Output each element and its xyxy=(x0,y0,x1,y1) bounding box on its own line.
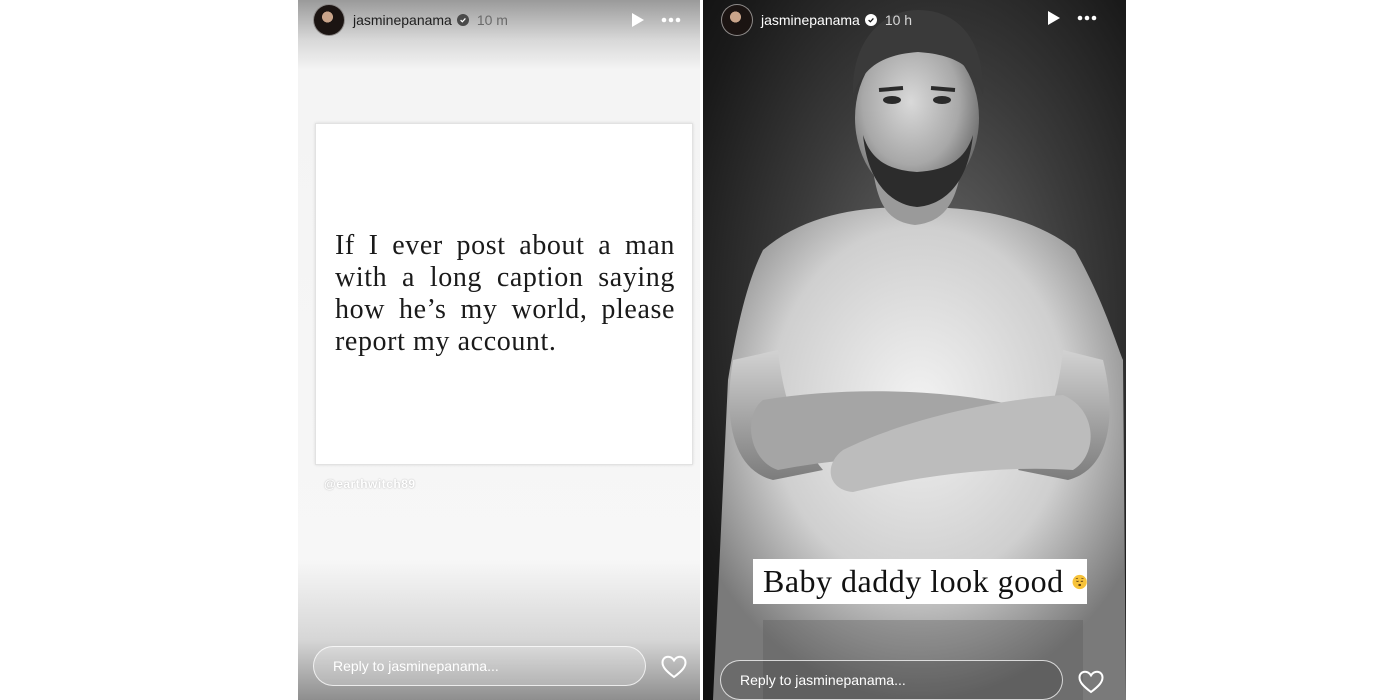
quote-text: If I ever post about a man with a long c… xyxy=(335,230,675,357)
play-icon[interactable] xyxy=(1047,10,1061,26)
caption-sticker: Baby daddy look good xyxy=(753,559,1087,604)
face-with-rolling-sweat-emoji xyxy=(1072,574,1087,589)
story-timestamp: 10 h xyxy=(884,12,913,28)
story-panel-photo[interactable]: jasminepanama 10 h Baby daddy look good xyxy=(703,0,1126,700)
reply-input[interactable] xyxy=(313,646,646,686)
quote-card: If I ever post about a man with a long c… xyxy=(315,123,693,465)
verified-badge-icon xyxy=(456,14,469,26)
watermark-handle: @earthwitch89 xyxy=(324,477,416,491)
story-timestamp: 10 m xyxy=(476,12,508,28)
verified-badge-icon xyxy=(864,14,877,26)
reply-input[interactable] xyxy=(720,660,1063,700)
story-username[interactable]: jasminepanama xyxy=(761,12,860,28)
story-username[interactable]: jasminepanama xyxy=(353,12,452,28)
heart-icon[interactable] xyxy=(661,655,687,679)
avatar[interactable] xyxy=(313,4,345,36)
more-options-icon[interactable] xyxy=(1077,15,1097,21)
avatar[interactable] xyxy=(721,4,753,36)
more-options-icon[interactable] xyxy=(661,17,681,23)
story-actions xyxy=(631,0,681,40)
story-panel-text[interactable]: jasminepanama 10 m If I ever post about … xyxy=(298,0,700,700)
story-viewer: jasminepanama 10 m If I ever post about … xyxy=(0,0,1400,700)
play-icon[interactable] xyxy=(631,12,645,28)
heart-icon[interactable] xyxy=(1078,670,1104,694)
story-actions xyxy=(1047,0,1097,36)
caption-text: Baby daddy look good xyxy=(763,563,1064,599)
